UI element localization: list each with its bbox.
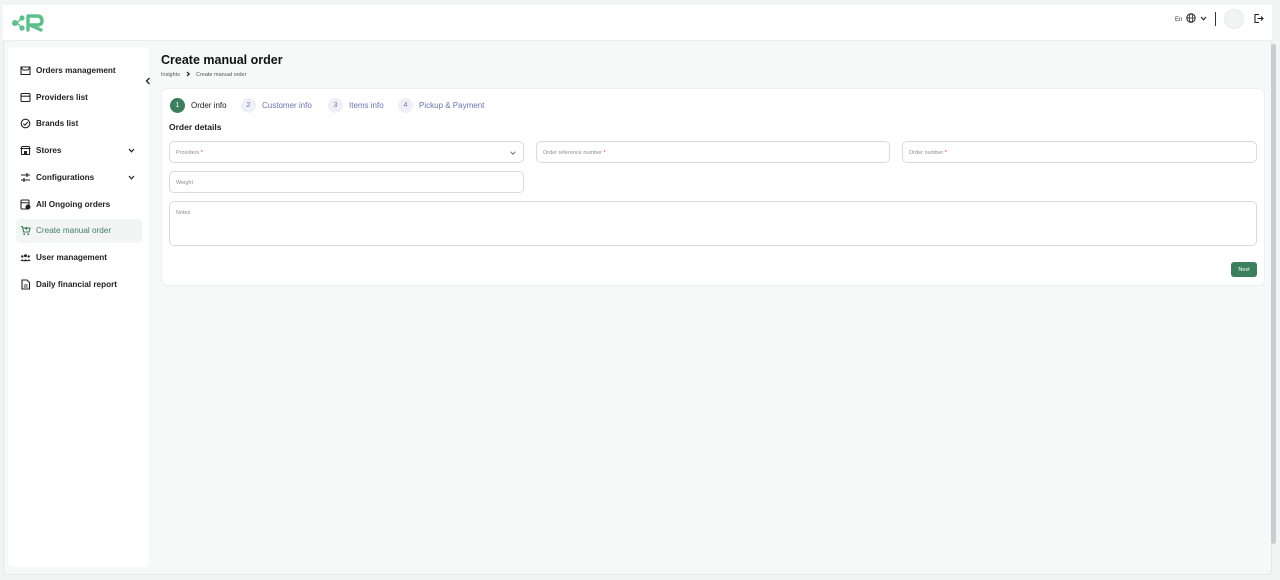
sidebar-item-label: Stores: [36, 146, 62, 155]
avatar[interactable]: [1224, 9, 1244, 29]
required-mark: *: [200, 150, 203, 156]
collapse-sidebar-icon[interactable]: [143, 76, 153, 86]
logo-icon[interactable]: [11, 13, 51, 33]
notes-field[interactable]: Notes: [169, 201, 1257, 246]
order-number-field[interactable]: Order number *: [902, 141, 1257, 163]
sidebar: Orders management Providers list Brands …: [8, 47, 149, 567]
next-button[interactable]: Next: [1231, 262, 1257, 277]
section-title: Order details: [169, 122, 222, 132]
step-items-info[interactable]: 3 Items info: [328, 97, 384, 113]
sidebar-item-label: Providers list: [36, 93, 88, 102]
scrollbar[interactable]: [1271, 44, 1276, 544]
step-label: Order info: [191, 100, 227, 110]
sidebar-item-orders-management[interactable]: Orders management: [16, 59, 142, 83]
users-icon: [20, 254, 31, 262]
sidebar-item-daily-financial-report[interactable]: Daily financial report: [16, 273, 142, 297]
report-icon: [21, 279, 31, 290]
step-customer-info[interactable]: 2 Customer info: [241, 97, 312, 113]
globe-icon[interactable]: [1186, 13, 1196, 23]
step-order-info[interactable]: 1 Order info: [170, 97, 227, 113]
ongoing-orders-icon: [20, 199, 31, 210]
sidebar-item-label: Configurations: [36, 173, 95, 182]
weight-field[interactable]: Weight: [169, 171, 524, 193]
sidebar-item-configurations[interactable]: Configurations: [16, 166, 142, 190]
sidebar-item-providers-list[interactable]: Providers list: [16, 86, 142, 110]
sliders-icon: [21, 173, 30, 182]
sidebar-item-label: User management: [36, 253, 107, 262]
sidebar-item-label: Create manual order: [36, 226, 112, 235]
page-title: Create manual order: [161, 53, 283, 67]
chevron-right-icon: [186, 71, 191, 77]
step-number: 4: [398, 97, 413, 113]
chevron-down-icon[interactable]: [128, 148, 135, 153]
required-mark: *: [944, 150, 947, 156]
chevron-down-icon[interactable]: [1200, 16, 1207, 21]
logout-icon[interactable]: [1253, 13, 1264, 24]
notes-placeholder: Notes: [176, 210, 191, 216]
order-reference-field[interactable]: Order reference number *: [536, 141, 890, 163]
store-icon: [20, 145, 31, 156]
breadcrumb: Insights Create manual order: [161, 71, 246, 78]
sidebar-item-label: Daily financial report: [36, 280, 117, 289]
providers-icon: [20, 92, 31, 103]
step-label: Customer info: [262, 100, 312, 110]
orders-icon: [20, 66, 31, 76]
cart-icon: [20, 225, 31, 236]
step-label: Pickup & Payment: [419, 100, 485, 110]
chevron-down-icon[interactable]: [128, 175, 135, 180]
sidebar-item-label: All Ongoing orders: [36, 200, 111, 209]
brands-icon: [20, 118, 31, 129]
step-pickup-payment[interactable]: 4 Pickup & Payment: [398, 97, 484, 113]
sidebar-item-label: Brands list: [36, 119, 79, 128]
weight-placeholder: Weight: [176, 180, 194, 186]
order-number-placeholder: Order number: [909, 150, 944, 156]
step-label: Items info: [349, 100, 384, 110]
sidebar-item-all-ongoing-orders[interactable]: All Ongoing orders: [16, 193, 142, 217]
step-number: 2: [241, 97, 256, 113]
sidebar-item-brands-list[interactable]: Brands list: [16, 112, 142, 136]
sidebar-item-stores[interactable]: Stores: [16, 139, 142, 163]
providers-placeholder: Providers: [176, 150, 200, 156]
breadcrumb-item[interactable]: Insights: [161, 72, 180, 78]
breadcrumb-item: Create manual order: [195, 72, 247, 78]
divider: [1215, 12, 1216, 26]
top-bar: [3, 5, 1272, 41]
providers-select[interactable]: Providers *: [169, 141, 524, 163]
sidebar-item-user-management[interactable]: User management: [16, 246, 142, 270]
chevron-down-icon[interactable]: [510, 151, 516, 155]
required-mark: *: [603, 150, 606, 156]
order-reference-placeholder: Order reference number: [543, 150, 602, 156]
sidebar-item-label: Orders management: [36, 66, 116, 75]
step-number: 3: [328, 97, 343, 113]
sidebar-item-create-manual-order[interactable]: Create manual order: [16, 219, 142, 243]
language-label[interactable]: En: [1175, 17, 1182, 23]
step-number: 1: [170, 97, 185, 113]
